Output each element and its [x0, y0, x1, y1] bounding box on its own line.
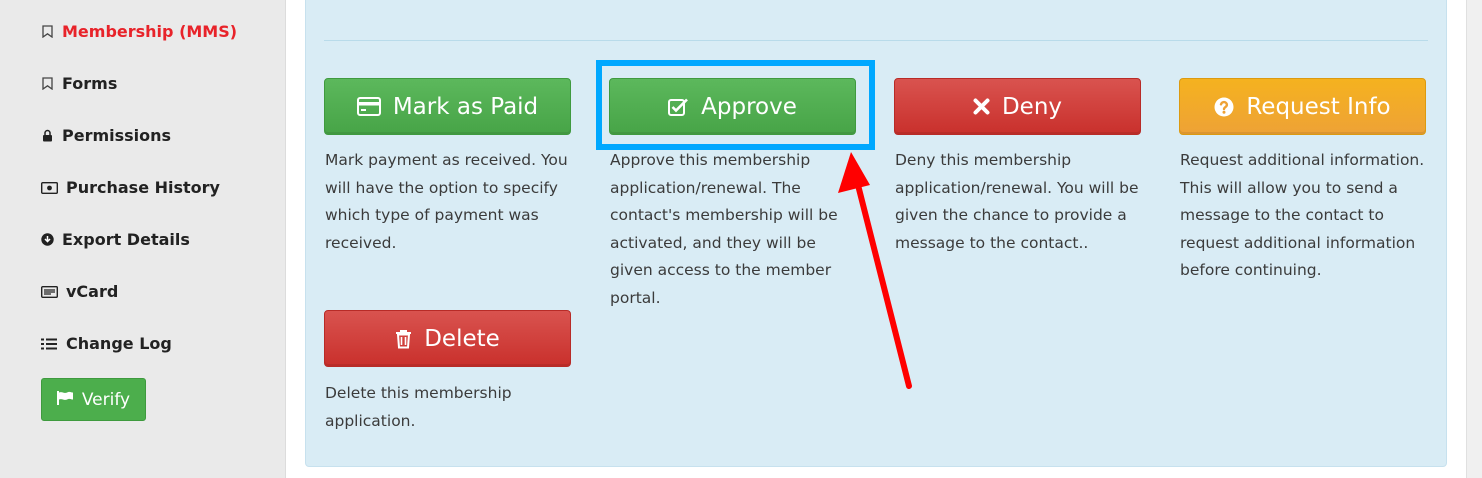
sidebar-item-vcard[interactable]: vCard: [40, 282, 118, 301]
money-icon: [40, 181, 58, 195]
x-icon: [973, 98, 990, 115]
mark-as-paid-description: Mark payment as received. You will have …: [325, 151, 568, 252]
download-circle-icon: [40, 233, 54, 247]
flag-icon: [56, 390, 74, 410]
list-icon: [40, 337, 58, 351]
sidebar-item-export-details[interactable]: Export Details: [40, 230, 190, 249]
credit-card-icon: [356, 97, 381, 116]
sidebar-item-label: vCard: [66, 282, 119, 301]
sidebar-item-purchase-history[interactable]: Purchase History: [40, 178, 220, 197]
verify-button[interactable]: Verify: [41, 378, 146, 421]
mark-as-paid-label: Mark as Paid: [392, 93, 539, 120]
request-info-button[interactable]: Request Info: [1179, 78, 1426, 135]
sidebar-item-label: Permissions: [62, 126, 172, 145]
sidebar-item-label: Change Log: [66, 334, 172, 353]
lock-icon: [40, 129, 54, 143]
divider: [324, 40, 1428, 41]
delete-button[interactable]: Delete: [324, 310, 571, 367]
deny-label: Deny: [1001, 93, 1063, 120]
sidebar: Membership (MMS) Forms Permissions Purch…: [0, 0, 286, 478]
sidebar-item-forms[interactable]: Forms: [40, 74, 117, 93]
request-info-label: Request Info: [1246, 93, 1391, 120]
approve-description: Approve this membership application/rene…: [610, 151, 838, 307]
request-info-description: Request additional information. This wil…: [1180, 151, 1425, 280]
sidebar-item-permissions[interactable]: Permissions: [40, 126, 171, 145]
sidebar-item-label: Forms: [62, 74, 118, 93]
sidebar-item-label: Export Details: [62, 230, 190, 249]
delete-label: Delete: [424, 325, 500, 352]
verify-label: Verify: [81, 389, 131, 410]
bookmark-icon: [40, 77, 54, 91]
scrollbar-track[interactable]: [1466, 0, 1482, 478]
sidebar-item-membership[interactable]: Membership (MMS): [40, 22, 237, 41]
sidebar-item-label: Membership (MMS): [62, 22, 238, 41]
bookmark-icon: [40, 25, 54, 39]
question-circle-icon: [1214, 97, 1234, 117]
deny-button[interactable]: Deny: [894, 78, 1141, 135]
highlight-box: [596, 60, 875, 150]
delete-description: Delete this membership application.: [325, 384, 512, 430]
trash-icon: [395, 329, 412, 349]
mark-as-paid-button[interactable]: Mark as Paid: [324, 78, 571, 135]
card-icon: [40, 285, 58, 299]
deny-description: Deny this membership application/renewal…: [895, 151, 1139, 252]
sidebar-item-change-log[interactable]: Change Log: [40, 334, 172, 353]
sidebar-item-label: Purchase History: [66, 178, 220, 197]
